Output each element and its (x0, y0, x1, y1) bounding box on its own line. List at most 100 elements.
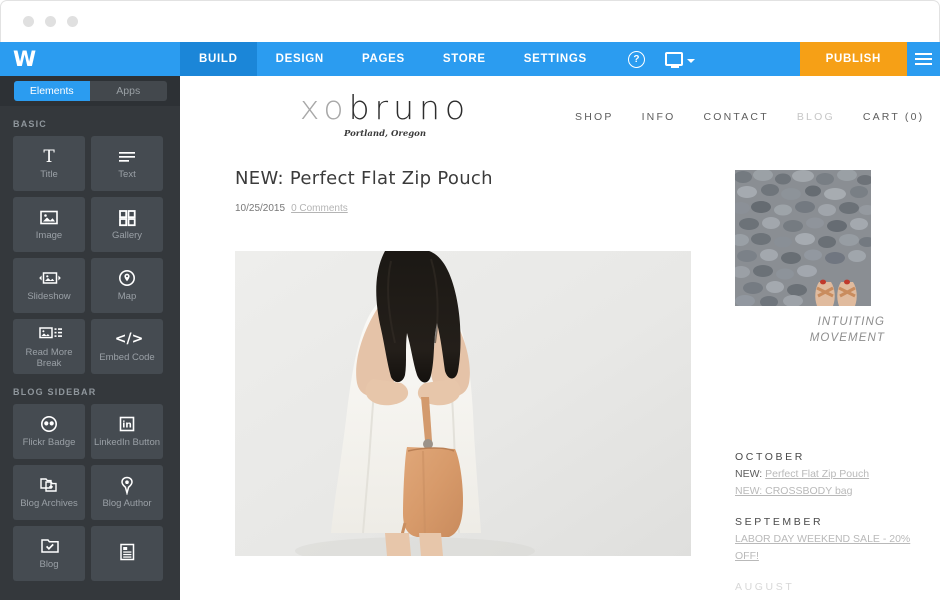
read-more-break-icon (38, 324, 62, 344)
svg-text:in: in (122, 421, 132, 431)
element-embed-code[interactable]: </> Embed Code (91, 319, 163, 374)
toolbar-icons: ? (606, 42, 695, 76)
element-image-label: Image (35, 230, 63, 242)
svg-text:</>: </> (116, 331, 142, 347)
window-titlebar (0, 0, 940, 42)
window-controls (23, 16, 78, 27)
weebly-editor-window: W BUILD DESIGN PAGES STORE SETTINGS ? PU… (0, 0, 940, 600)
element-blog-author[interactable]: Blog Author (91, 465, 163, 520)
map-pin-icon (116, 268, 138, 288)
sidebar-caption: INTUITING MOVEMENT (735, 315, 885, 347)
blog-archives-icon (38, 475, 60, 495)
brand-name-main: bruno (348, 88, 471, 127)
brand-name-prefix: xo (299, 88, 349, 127)
element-blog-label: Blog (39, 559, 59, 571)
tab-apps[interactable]: Apps (90, 81, 167, 101)
sidebar-caption-line-2: MOVEMENT (809, 331, 885, 344)
nav-link-contact[interactable]: CONTACT (703, 111, 768, 123)
brand-name: xobruno (295, 91, 475, 124)
blog-sidebar-elements-grid: Flickr Badge in LinkedIn Button Blog Arc… (0, 404, 180, 581)
post-comments-link[interactable]: 0 Comments (291, 203, 348, 214)
element-gallery-label: Gallery (111, 230, 143, 242)
post-photo[interactable] (235, 251, 691, 556)
post-meta: 10/25/2015 0 Comments (235, 203, 695, 214)
element-read-more-break-label: Read More Break (25, 346, 73, 369)
minimize-dot[interactable] (45, 16, 56, 27)
element-linkedin-button-label: LinkedIn Button (93, 437, 161, 449)
editor-toolbar: W BUILD DESIGN PAGES STORE SETTINGS ? PU… (0, 42, 940, 76)
weebly-logo-mark: W (13, 46, 36, 71)
element-text[interactable]: Text (91, 136, 163, 191)
element-blog-archives[interactable]: Blog Archives (13, 465, 85, 520)
element-slideshow[interactable]: Slideshow (13, 258, 85, 313)
tab-design[interactable]: DESIGN (257, 42, 343, 76)
image-icon (38, 207, 60, 227)
site-logo[interactable]: xobruno Portland, Oregon (295, 91, 475, 139)
tab-elements[interactable]: Elements (13, 81, 90, 101)
archive-entry-link[interactable]: NEW: CROSSBODY bag (735, 485, 852, 497)
svg-text:T: T (43, 147, 55, 166)
nav-link-shop[interactable]: SHOP (575, 111, 614, 123)
element-title[interactable]: T Title (13, 136, 85, 191)
recent-posts-icon (116, 542, 138, 562)
blog-sidebar-widget: INTUITING MOVEMENT (735, 170, 915, 347)
element-read-more-break[interactable]: Read More Break (13, 319, 85, 374)
tab-pages[interactable]: PAGES (343, 42, 424, 76)
tab-settings[interactable]: SETTINGS (505, 42, 606, 76)
tab-build[interactable]: BUILD (180, 42, 257, 76)
element-flickr-badge[interactable]: Flickr Badge (13, 404, 85, 459)
tab-store[interactable]: STORE (424, 42, 505, 76)
monitor-icon (664, 52, 683, 68)
nav-link-blog[interactable]: BLOG (797, 111, 835, 123)
element-blog-author-label: Blog Author (102, 498, 152, 510)
blog-folder-icon (38, 536, 60, 556)
element-gallery[interactable]: Gallery (91, 197, 163, 252)
page-title: NEW: Perfect Flat Zip Pouch (235, 168, 493, 189)
nav-link-info[interactable]: INFO (642, 111, 676, 123)
sidebar-caption-line-1: INTUITING (817, 316, 885, 328)
archive-entry: LABOR DAY WEEKEND SALE - 20% OFF! (735, 531, 920, 565)
archive-entry-link[interactable]: Perfect Flat Zip Pouch (765, 468, 869, 480)
brand-tagline: Portland, Oregon (343, 129, 427, 139)
site-preview-canvas[interactable]: xobruno Portland, Oregon SHOP INFO CONTA… (180, 76, 940, 600)
menu-hamburger-icon[interactable] (907, 42, 940, 76)
element-blog[interactable]: Blog (13, 526, 85, 581)
element-map[interactable]: Map (91, 258, 163, 313)
elements-sidebar: Elements Apps BASIC T Title Text Image G… (0, 76, 180, 600)
publish-button[interactable]: PUBLISH (799, 42, 907, 76)
element-map-label: Map (117, 291, 137, 303)
archive-month-october: OCTOBER (735, 451, 805, 463)
group-label-blog-sidebar: BLOG SIDEBAR (13, 387, 97, 397)
element-embed-code-label: Embed Code (99, 352, 155, 364)
zoom-dot[interactable] (67, 16, 78, 27)
basic-elements-grid: T Title Text Image Gallery Slideshow Map… (0, 136, 180, 374)
toolbar-tabs: BUILD DESIGN PAGES STORE SETTINGS (180, 42, 606, 76)
element-linkedin-button[interactable]: in LinkedIn Button (91, 404, 163, 459)
device-preview-selector[interactable] (664, 52, 695, 68)
nav-link-cart[interactable]: CART (0) (863, 111, 925, 123)
archive-entry-prefix: NEW: (735, 468, 766, 480)
archive-month-september: SEPTEMBER (735, 516, 824, 528)
site-navigation: SHOP INFO CONTACT BLOG CART (0) (575, 111, 924, 123)
element-recent-posts[interactable] (91, 526, 163, 581)
blog-author-pen-icon (116, 475, 138, 496)
text-lines-icon (116, 146, 138, 166)
linkedin-icon: in (116, 414, 138, 434)
sidebar-segmented-control: Elements Apps (0, 76, 180, 106)
help-icon[interactable]: ? (627, 50, 645, 68)
embed-code-icon: </> (116, 329, 142, 349)
group-label-basic: BASIC (13, 119, 48, 129)
weebly-logo[interactable]: W (0, 42, 180, 76)
sidebar-photo[interactable] (735, 170, 871, 306)
archive-month-august: AUGUST (735, 581, 795, 593)
archive-entry-link[interactable]: LABOR DAY WEEKEND SALE - 20% OFF! (735, 533, 910, 562)
title-icon: T (38, 146, 60, 166)
post-date: 10/25/2015 (235, 203, 286, 214)
element-image[interactable]: Image (13, 197, 85, 252)
site-header: xobruno Portland, Oregon SHOP INFO CONTA… (180, 76, 940, 148)
element-text-label: Text (118, 169, 136, 181)
close-dot[interactable] (23, 16, 34, 27)
gallery-grid-icon (116, 207, 138, 227)
flickr-badge-icon (38, 414, 60, 434)
